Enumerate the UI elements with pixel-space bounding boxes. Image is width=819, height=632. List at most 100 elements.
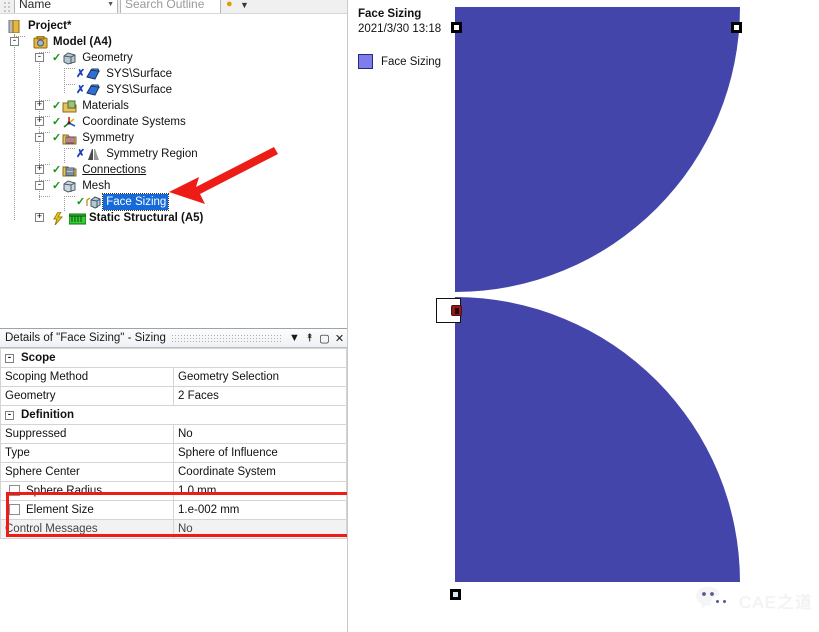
table-row-group-scope[interactable]: - Scope <box>0 348 347 368</box>
toolbar-grip[interactable] <box>2 0 12 13</box>
tree-item-model[interactable]: - Model (A4) <box>0 34 347 50</box>
details-close-icon[interactable]: ✕ <box>332 332 347 345</box>
filter-name-combo-value: Name <box>19 0 52 11</box>
group-expander[interactable]: - <box>5 410 14 420</box>
property-value[interactable]: 1.0 mm <box>173 481 347 501</box>
status-x-icon: ✗ <box>76 84 86 96</box>
tree-expander[interactable]: + <box>35 117 44 126</box>
property-value[interactable]: Geometry Selection <box>173 367 347 387</box>
sphere-radius-checkbox[interactable] <box>9 485 20 496</box>
tree-item-geometry[interactable]: - ✓ Geometry <box>0 50 347 66</box>
tree-item-label: Static Structural (A5) <box>89 212 204 224</box>
filter-name-combo[interactable]: Name ▼ <box>14 0 118 13</box>
tree-item-symmetry[interactable]: - ✓ Symmetry <box>0 130 347 146</box>
details-dropdown-icon[interactable]: ▼ <box>287 332 302 344</box>
details-maximize-icon[interactable]: ▢ <box>317 332 332 345</box>
property-value[interactable]: Coordinate System <box>173 462 347 482</box>
tree-item-project[interactable]: Project* <box>0 18 347 34</box>
selection-handle-top-left[interactable] <box>451 22 462 33</box>
property-value[interactable]: Sphere of Influence <box>173 443 347 463</box>
tree-item-label: Project* <box>28 20 72 32</box>
property-value[interactable]: 2 Faces <box>173 386 347 406</box>
coordinate-system-point-marker[interactable] <box>451 305 462 316</box>
property-value[interactable]: 1.e-002 mm <box>173 500 347 520</box>
group-expander[interactable]: - <box>5 353 14 363</box>
search-outline-input[interactable]: Search Outline <box>120 0 221 13</box>
tree-item-label: Materials <box>82 100 129 112</box>
tree-item-static-structural[interactable]: + Static Structural (A5) <box>0 210 347 226</box>
group-label: Definition <box>21 409 75 421</box>
tree-expander[interactable]: - <box>10 37 19 46</box>
property-key: Sphere Center <box>0 462 174 482</box>
details-panel-title: Details of "Face Sizing" - Sizing <box>5 332 166 344</box>
selection-handle-bottom-left[interactable] <box>450 589 461 600</box>
table-row[interactable]: Sphere Center Coordinate System <box>0 462 347 482</box>
table-row[interactable]: Scoping Method Geometry Selection <box>0 367 347 387</box>
property-key-cell: Element Size <box>0 500 174 520</box>
details-panel: Details of "Face Sizing" - Sizing ▼ ⯭ ▢ … <box>0 328 347 560</box>
symmetry-region-icon <box>86 148 101 161</box>
tree-item-label: Mesh <box>82 180 111 192</box>
materials-icon <box>62 100 77 113</box>
tree-expander[interactable]: + <box>35 165 44 174</box>
surface-body-icon <box>86 68 101 81</box>
tree-expander[interactable]: + <box>35 213 44 222</box>
tree-expander[interactable]: - <box>35 53 44 62</box>
property-key: Suppressed <box>0 424 174 444</box>
details-header-dots <box>170 334 282 342</box>
wechat-icon <box>696 586 732 613</box>
status-check-icon: ✓ <box>52 52 62 64</box>
tree-item-symmetry-region[interactable]: ✗ Symmetry Region <box>0 146 347 162</box>
status-check-icon: ✓ <box>52 116 62 128</box>
geometry-icon <box>62 51 77 65</box>
tree-item-surface-1[interactable]: ✗ SYS\Surface <box>0 66 347 82</box>
details-pin-icon[interactable]: ⯭ <box>302 332 317 345</box>
status-check-icon: ✓ <box>76 196 86 208</box>
table-row-group-definition[interactable]: - Definition <box>0 405 347 425</box>
property-key: Element Size <box>26 504 94 516</box>
table-row[interactable]: Control Messages No <box>0 519 347 539</box>
tree-item-face-sizing[interactable]: ✓ Face Sizing <box>0 193 347 211</box>
tree-item-coordinate-systems[interactable]: + ✓ Coordinate Systems <box>0 114 347 130</box>
tree-item-mesh[interactable]: - ✓ Mesh <box>0 178 347 194</box>
table-row[interactable]: Suppressed No <box>0 424 347 444</box>
tree-item-label: Symmetry Region <box>106 148 198 160</box>
model-icon <box>33 35 48 49</box>
tree-item-label: SYS\Surface <box>106 84 173 96</box>
tree-item-connections[interactable]: + ✓ Connections <box>0 162 347 178</box>
element-size-checkbox[interactable] <box>9 504 20 515</box>
tree-expander[interactable]: - <box>35 181 44 190</box>
lower-face-body <box>455 297 740 582</box>
property-key: Scoping Method <box>0 367 174 387</box>
table-row[interactable]: Geometry 2 Faces <box>0 386 347 406</box>
coordinate-systems-icon <box>62 116 77 129</box>
property-key: Type <box>0 443 174 463</box>
property-value[interactable]: No <box>173 424 347 444</box>
tree-expander[interactable]: - <box>35 133 44 142</box>
table-row-element-size[interactable]: Element Size 1.e-002 mm <box>0 500 347 520</box>
selection-handle-top-right[interactable] <box>731 22 742 33</box>
property-value: No <box>173 519 347 539</box>
status-x-icon: ✗ <box>76 148 86 160</box>
model-tree[interactable]: Project* - Model (A4) - ✓ Geometry ✗ SYS… <box>0 14 347 324</box>
surface-body-icon <box>86 84 101 97</box>
watermark: CAE之道 <box>694 586 813 614</box>
status-x-icon: ✗ <box>76 68 86 80</box>
tree-item-label: Face Sizing <box>102 193 170 211</box>
tree-item-materials[interactable]: + ✓ Materials <box>0 98 347 114</box>
tree-item-label: Geometry <box>82 52 133 64</box>
status-check-icon: ✓ <box>52 164 62 176</box>
connections-icon <box>62 164 77 177</box>
tree-item-label: Model (A4) <box>53 36 112 48</box>
geometry-render <box>455 7 740 582</box>
table-row-sphere-radius[interactable]: Sphere Radius 1.0 mm <box>0 481 347 501</box>
filter-icon[interactable]: ● <box>226 0 233 10</box>
outline-filter-toolbar: Name ▼ Search Outline ● ▼ <box>0 0 347 14</box>
graphics-viewport[interactable]: Face Sizing 2021/3/30 13:18 Face Sizing <box>350 0 819 632</box>
watermark-text: CAE之道 <box>739 592 813 612</box>
toolbar-overflow-chevron-icon[interactable]: ▼ <box>240 0 249 10</box>
tree-item-surface-2[interactable]: ✗ SYS\Surface <box>0 82 347 98</box>
tree-item-label: Connections <box>82 164 147 176</box>
tree-expander[interactable]: + <box>35 101 44 110</box>
table-row[interactable]: Type Sphere of Influence <box>0 443 347 463</box>
